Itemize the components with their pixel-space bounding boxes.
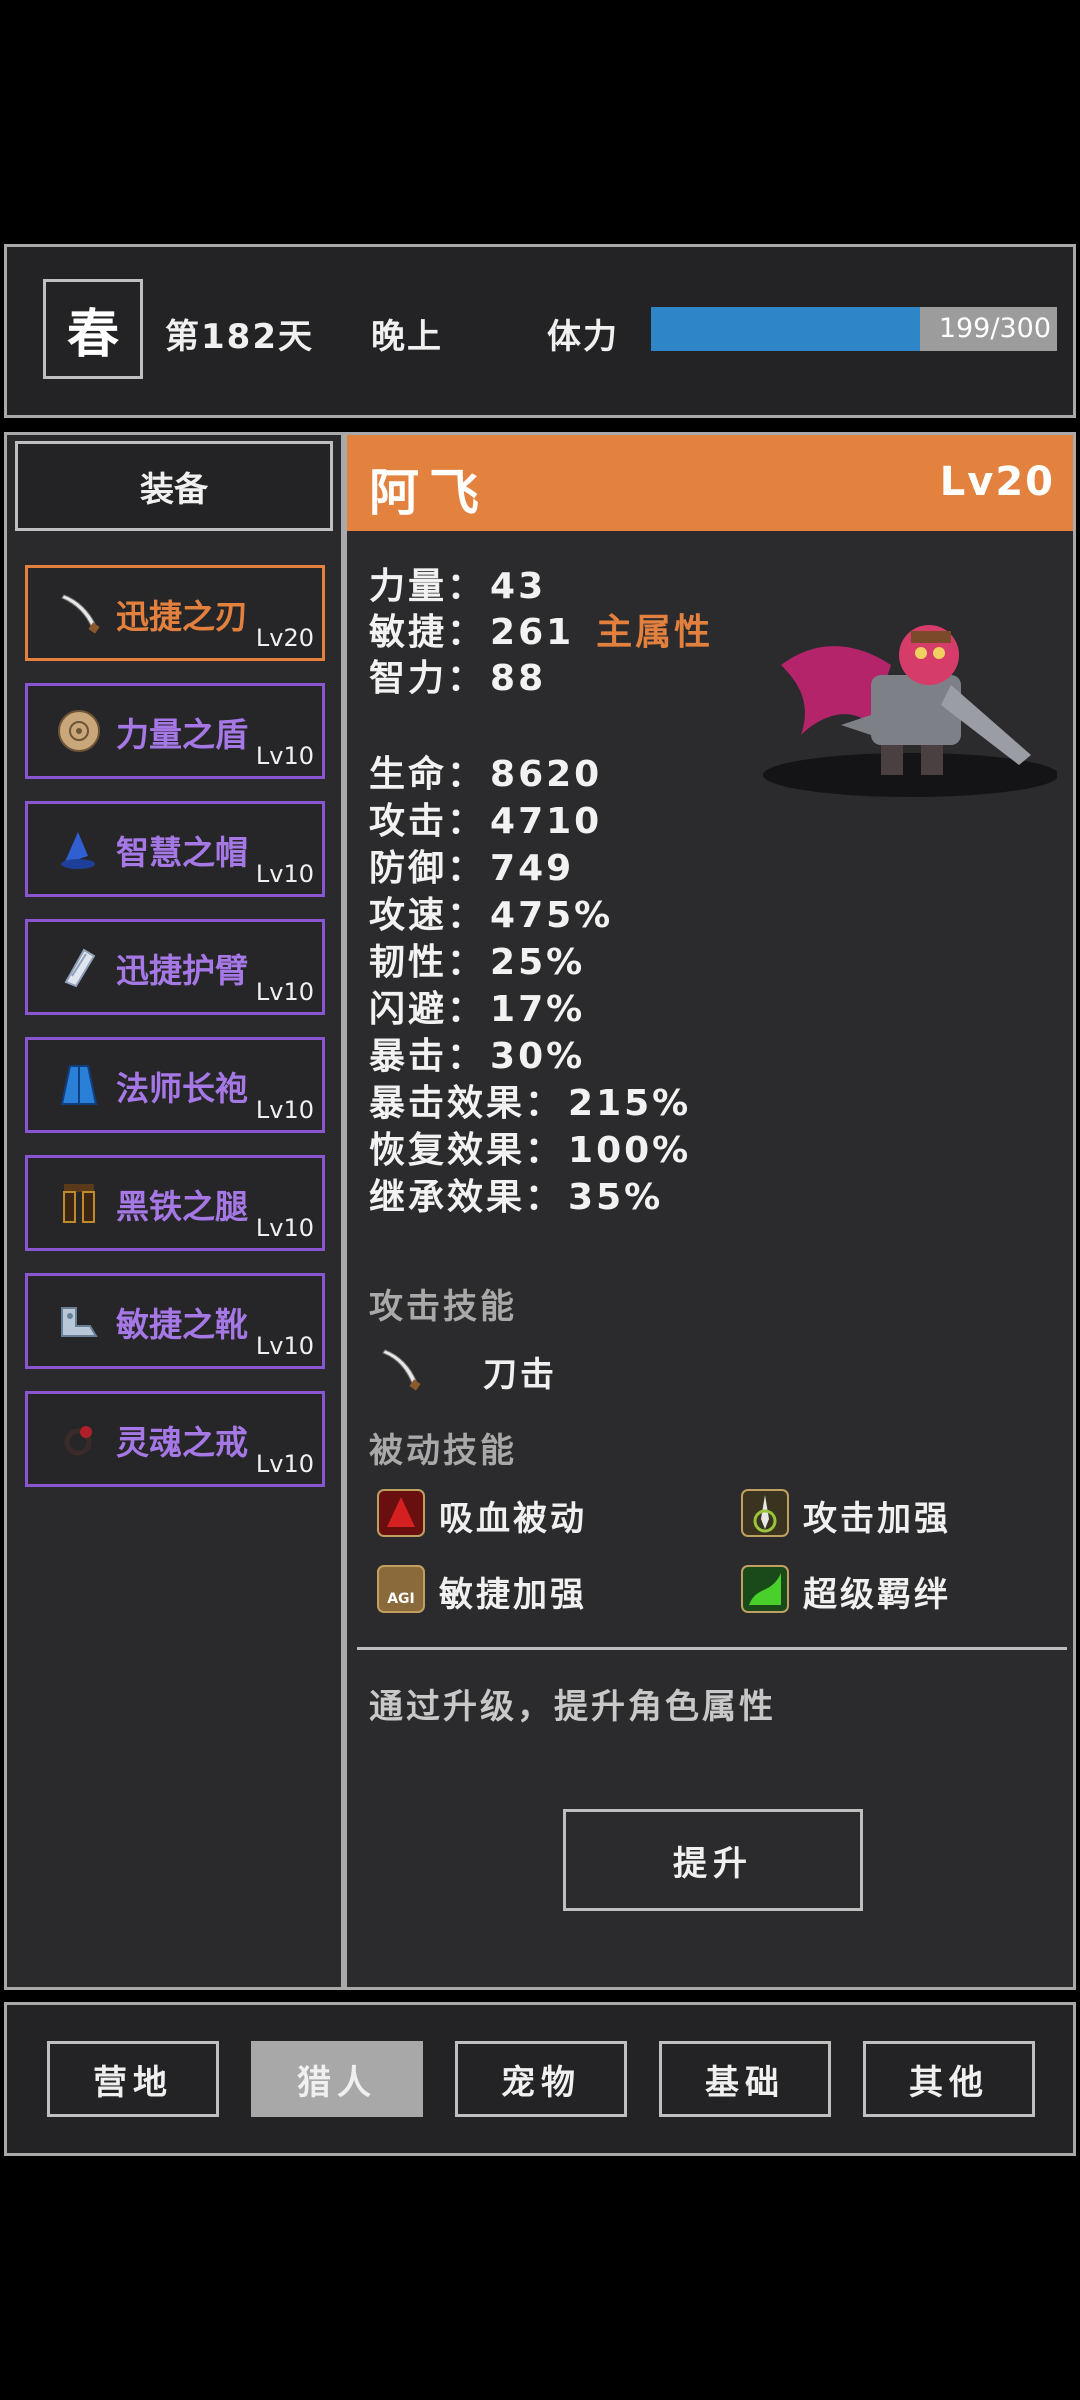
equipment-panel: 装备 迅捷之刃 Lv20 力量之盾 Lv10 智慧之帽 Lv10 迅捷护臂 Lv bbox=[4, 432, 344, 1990]
tab-basic[interactable]: 基础 bbox=[659, 2041, 831, 2117]
equip-level: Lv10 bbox=[255, 1214, 314, 1242]
equip-name: 力量之盾 bbox=[116, 715, 248, 754]
stat-hp: 生命： 8620 bbox=[369, 754, 603, 795]
equip-item-wisdom-hat[interactable]: 智慧之帽 Lv10 bbox=[25, 801, 325, 897]
equip-level: Lv10 bbox=[255, 978, 314, 1006]
stat-inherit-effect: 继承效果： 35% bbox=[369, 1177, 664, 1218]
slash-skill-icon[interactable] bbox=[377, 1345, 425, 1393]
equip-name: 灵魂之戒 bbox=[116, 1423, 248, 1462]
main-attribute-tag: 主属性 bbox=[596, 612, 714, 653]
equip-item-swift-bracer[interactable]: 迅捷护臂 Lv10 bbox=[25, 919, 325, 1015]
hero-name: 阿飞 bbox=[369, 464, 489, 522]
passive-skill-lifesteal: 吸血被动 bbox=[439, 1499, 587, 1539]
stat-defense: 防御： 749 bbox=[369, 848, 575, 889]
equip-level: Lv10 bbox=[255, 742, 314, 770]
equip-level: Lv10 bbox=[255, 1096, 314, 1124]
bottom-nav: 营地 猎人 宠物 基础 其他 bbox=[4, 2002, 1076, 2156]
stat-agility: 敏捷： 261 主属性 bbox=[369, 612, 714, 653]
equip-name: 迅捷护臂 bbox=[116, 951, 248, 990]
robe-icon bbox=[60, 1065, 98, 1105]
attack-skill-title: 攻击技能 bbox=[369, 1287, 517, 1327]
stat-attack: 攻击： 4710 bbox=[369, 801, 603, 842]
equip-item-mage-robe[interactable]: 法师长袍 Lv10 bbox=[25, 1037, 325, 1133]
bracer-icon bbox=[64, 948, 96, 988]
equip-item-power-shield[interactable]: 力量之盾 Lv10 bbox=[25, 683, 325, 779]
blade-icon bbox=[61, 594, 100, 634]
equip-name: 智慧之帽 bbox=[116, 833, 248, 872]
stat-tenacity: 韧性： 25% bbox=[369, 942, 586, 983]
tab-other[interactable]: 其他 bbox=[863, 2041, 1035, 2117]
passive-skill-attack-boost: 攻击加强 bbox=[803, 1499, 951, 1539]
attack-boost-icon[interactable] bbox=[741, 1489, 789, 1537]
attack-skill-name: 刀击 bbox=[483, 1355, 557, 1395]
equip-level: Lv10 bbox=[255, 1450, 314, 1478]
equip-level: Lv10 bbox=[255, 860, 314, 888]
upgrade-description: 通过升级，提升角色属性 bbox=[369, 1687, 776, 1727]
time-of-day: 晚上 bbox=[371, 317, 443, 357]
stat-crit-effect: 暴击效果： 215% bbox=[369, 1083, 692, 1124]
equip-name: 敏捷之靴 bbox=[116, 1305, 248, 1344]
hero-detail-panel: 阿飞 Lv20 力量： 43 敏捷： 261 主属性 智力： 88 生命： 8620 攻击… bbox=[344, 432, 1076, 1990]
section-divider bbox=[357, 1647, 1067, 1650]
stamina-label: 体力 bbox=[547, 317, 619, 357]
equip-name: 黑铁之腿 bbox=[116, 1187, 248, 1226]
season-badge: 春 bbox=[43, 279, 143, 379]
passive-skill-super-bond: 超级羁绊 bbox=[803, 1575, 951, 1615]
equip-item-agile-boots[interactable]: 敏捷之靴 Lv10 bbox=[25, 1273, 325, 1369]
tab-camp[interactable]: 营地 bbox=[47, 2041, 219, 2117]
ring-icon bbox=[64, 1426, 92, 1456]
equip-item-black-iron-legs[interactable]: 黑铁之腿 Lv10 bbox=[25, 1155, 325, 1251]
equipment-tab[interactable]: 装备 bbox=[15, 441, 333, 531]
stat-strength: 力量： 43 bbox=[369, 566, 547, 607]
lifesteal-icon[interactable] bbox=[377, 1489, 425, 1537]
hero-header: 阿飞 Lv20 bbox=[347, 435, 1073, 531]
shield-icon bbox=[58, 710, 100, 752]
wizard-hat-icon bbox=[61, 832, 95, 869]
leg-armor-icon bbox=[63, 1184, 95, 1223]
equip-level: Lv10 bbox=[255, 1332, 314, 1360]
day-counter: 第182天 bbox=[165, 317, 314, 357]
equip-item-swift-blade[interactable]: 迅捷之刃 Lv20 bbox=[25, 565, 325, 661]
stamina-value: 199/300 bbox=[938, 313, 1051, 344]
passive-skill-agility-boost: 敏捷加强 bbox=[439, 1575, 587, 1615]
upgrade-button[interactable]: 提升 bbox=[563, 1809, 863, 1911]
super-bond-icon[interactable] bbox=[741, 1565, 789, 1613]
stamina-bar: 199/300 bbox=[651, 307, 1057, 351]
equip-name: 法师长袍 bbox=[116, 1069, 248, 1108]
stat-recovery-effect: 恢复效果： 100% bbox=[369, 1130, 692, 1171]
stat-intelligence: 智力： 88 bbox=[369, 658, 547, 699]
passive-skill-title: 被动技能 bbox=[369, 1431, 517, 1471]
status-header: 春 第182天 晚上 体力 199/300 bbox=[4, 244, 1076, 418]
stamina-fill bbox=[651, 307, 921, 351]
stat-attack-speed: 攻速： 475% bbox=[369, 895, 614, 936]
stat-dodge: 闪避： 17% bbox=[369, 989, 586, 1030]
hero-portrait bbox=[763, 625, 1057, 797]
tab-pet[interactable]: 宠物 bbox=[455, 2041, 627, 2117]
equip-item-soul-ring[interactable]: 灵魂之戒 Lv10 bbox=[25, 1391, 325, 1487]
equip-name: 迅捷之刃 bbox=[116, 597, 248, 636]
equip-level: Lv20 bbox=[255, 624, 314, 652]
boots-icon bbox=[61, 1307, 98, 1337]
agility-boost-icon[interactable]: AGI bbox=[377, 1565, 425, 1613]
tab-hunter[interactable]: 猎人 bbox=[251, 2041, 423, 2117]
svg-text:AGI: AGI bbox=[387, 1591, 415, 1607]
hero-level: Lv20 bbox=[939, 459, 1055, 505]
stat-crit: 暴击： 30% bbox=[369, 1036, 586, 1077]
